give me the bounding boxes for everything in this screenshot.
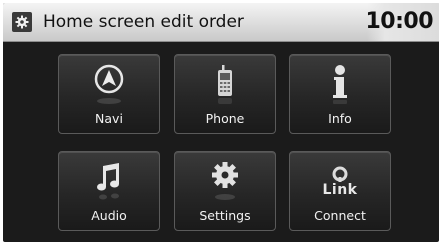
tile-audio[interactable]: Audio	[58, 151, 160, 231]
header-bar: Home screen edit order 10:00	[3, 3, 439, 42]
home-screen: Home screen edit order 10:00 Navi Phone …	[3, 3, 439, 242]
tile-label: Connect	[314, 208, 366, 223]
clock: 10:00	[365, 9, 433, 34]
tile-navi[interactable]: Navi	[58, 54, 160, 134]
gear-icon	[175, 160, 275, 204]
info-icon	[290, 63, 390, 107]
tile-label: Phone	[205, 111, 245, 126]
music-note-icon	[59, 160, 159, 204]
tile-connect[interactable]: Link Connect	[289, 151, 391, 231]
tile-settings[interactable]: Settings	[174, 151, 276, 231]
tile-label: Info	[328, 111, 352, 126]
page-title: Home screen edit order	[43, 12, 244, 32]
tile-label: Settings	[199, 208, 251, 223]
tile-label: Audio	[91, 208, 127, 223]
tile-info[interactable]: Info	[289, 54, 391, 134]
link-logo-text: Link	[322, 182, 358, 198]
link-icon: Link	[290, 160, 390, 204]
compass-icon	[59, 63, 159, 107]
gear-icon	[12, 12, 32, 32]
tile-label: Navi	[95, 111, 123, 126]
phone-icon	[175, 63, 275, 107]
tile-phone[interactable]: Phone	[174, 54, 276, 134]
